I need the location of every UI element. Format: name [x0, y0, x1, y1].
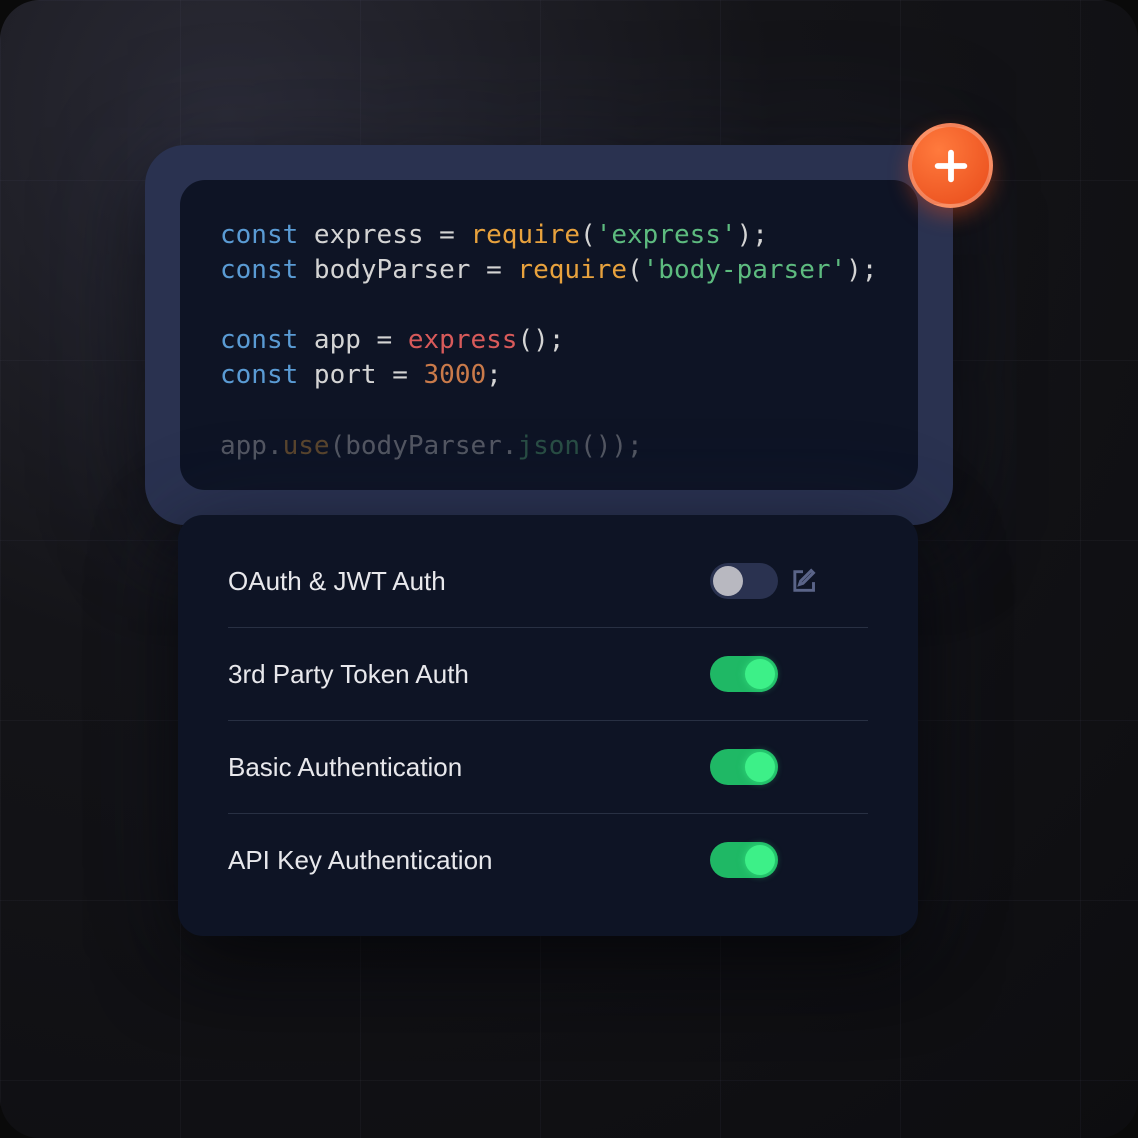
toggle-switch[interactable] — [710, 656, 778, 692]
setting-label: API Key Authentication — [228, 845, 710, 876]
edit-icon[interactable] — [788, 566, 818, 596]
toggle-knob — [745, 659, 775, 689]
toggle-switch[interactable] — [710, 842, 778, 878]
auth-settings-panel: OAuth & JWT Auth 3rd Party Token Auth Basi… — [178, 515, 918, 936]
setting-row: 3rd Party Token Auth — [228, 628, 868, 721]
toggle-knob — [745, 845, 775, 875]
setting-row: API Key Authentication — [228, 814, 868, 906]
toggle-switch[interactable] — [710, 749, 778, 785]
code-line: app.use(bodyParser.json()); — [220, 429, 878, 464]
toggle-knob — [713, 566, 743, 596]
toggle-switch[interactable] — [710, 563, 778, 599]
plus-icon — [931, 146, 971, 186]
setting-row: OAuth & JWT Auth — [228, 535, 868, 628]
code-line: const port = 3000; — [220, 358, 878, 393]
code-line — [220, 393, 878, 428]
main-card: const express = require('express');const… — [145, 145, 953, 525]
setting-label: Basic Authentication — [228, 752, 710, 783]
add-button[interactable] — [908, 123, 993, 208]
setting-label: 3rd Party Token Auth — [228, 659, 710, 690]
code-line: const express = require('express'); — [220, 218, 878, 253]
code-line — [220, 288, 878, 323]
setting-row: Basic Authentication — [228, 721, 868, 814]
app-frame: const express = require('express');const… — [0, 0, 1138, 1138]
setting-label: OAuth & JWT Auth — [228, 566, 710, 597]
code-line: const app = express(); — [220, 323, 878, 358]
code-block: const express = require('express');const… — [180, 180, 918, 490]
toggle-knob — [745, 752, 775, 782]
code-line: const bodyParser = require('body-parser'… — [220, 253, 878, 288]
